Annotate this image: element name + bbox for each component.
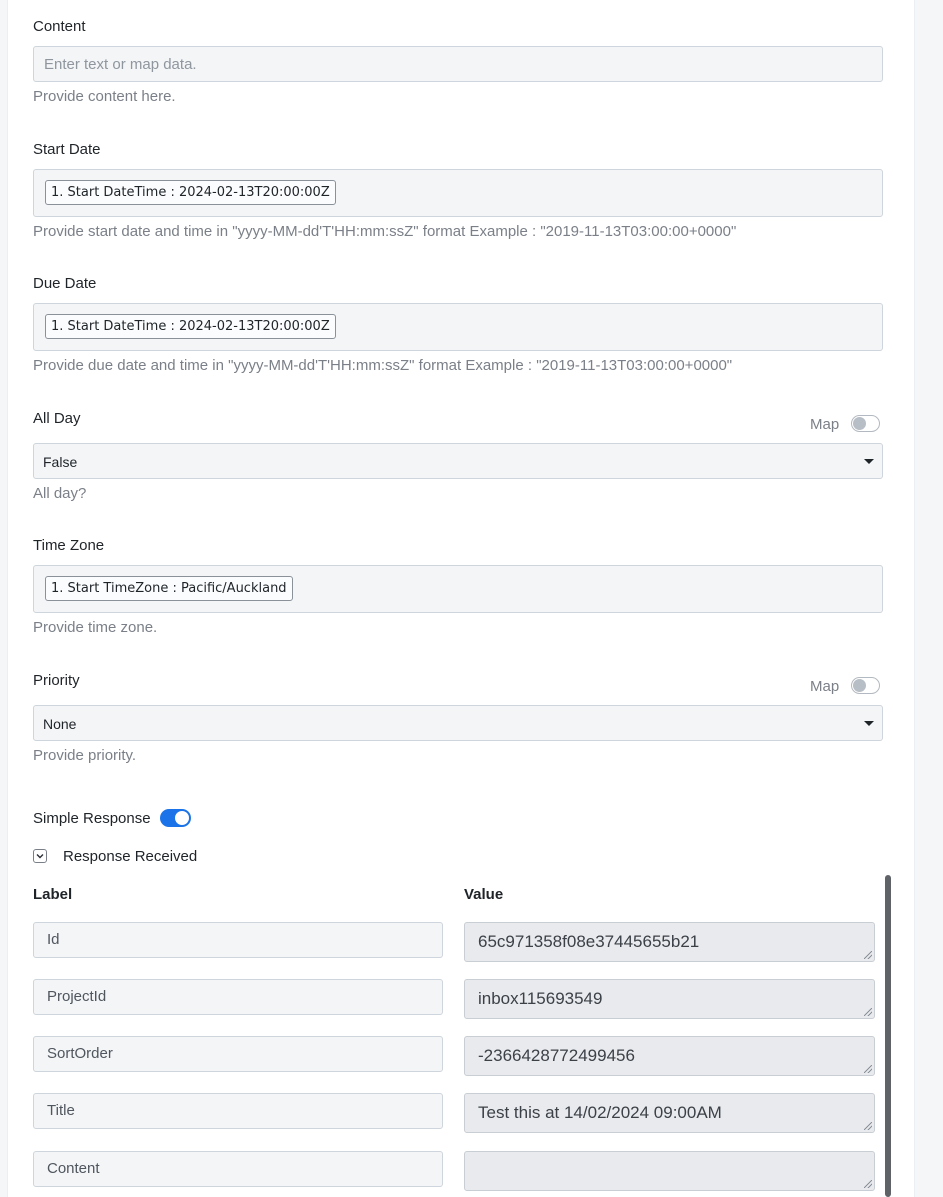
response-value-text: -2366428772499456 xyxy=(478,1046,635,1065)
content-input[interactable]: Enter text or map data. xyxy=(33,46,883,82)
priority-value: None xyxy=(43,716,77,732)
due-date-help: Provide due date and time in "yyyy-MM-dd… xyxy=(33,357,733,374)
start-date-help: Provide start date and time in "yyyy-MM-… xyxy=(33,223,737,240)
priority-select[interactable]: None xyxy=(33,705,883,741)
response-label-field[interactable]: Id xyxy=(33,922,443,958)
response-value-field[interactable]: inbox115693549 xyxy=(464,979,875,1019)
priority-help: Provide priority. xyxy=(33,747,137,764)
time-zone-help: Provide time zone. xyxy=(33,619,158,636)
response-value-text: 65c971358f08e37445655b21 xyxy=(478,932,700,951)
scrollbar-thumb[interactable] xyxy=(885,875,891,1197)
priority-label: Priority xyxy=(33,672,80,689)
content-help: Provide content here. xyxy=(33,88,176,105)
value-column-header: Value xyxy=(464,886,504,903)
all-day-select[interactable]: False xyxy=(33,443,883,479)
due-date-chip[interactable]: 1. Start DateTime : 2024-02-13T20:00:00Z xyxy=(45,314,336,339)
response-value-field[interactable]: -2366428772499456 xyxy=(464,1036,875,1076)
response-label-field[interactable]: Title xyxy=(33,1093,443,1129)
toggle-knob xyxy=(853,679,866,692)
collapse-toggle[interactable] xyxy=(33,849,47,863)
content-label: Content xyxy=(33,18,86,35)
response-title: Response Received xyxy=(63,848,198,865)
start-date-input[interactable]: 1. Start DateTime : 2024-02-13T20:00:00Z xyxy=(33,169,883,217)
priority-map-label: Map xyxy=(810,678,840,695)
priority-map-toggle[interactable] xyxy=(851,677,880,694)
all-day-label: All Day xyxy=(33,410,81,427)
simple-response-label: Simple Response xyxy=(33,810,151,827)
all-day-map-toggle[interactable] xyxy=(851,415,880,432)
due-date-label: Due Date xyxy=(33,275,97,292)
time-zone-chip[interactable]: 1. Start TimeZone : Pacific/Auckland xyxy=(45,576,293,601)
all-day-value: False xyxy=(43,454,78,470)
resize-handle-icon[interactable] xyxy=(864,951,872,959)
all-day-map-label: Map xyxy=(810,416,840,433)
start-date-chip[interactable]: 1. Start DateTime : 2024-02-13T20:00:00Z xyxy=(45,180,336,205)
toggle-knob xyxy=(853,417,866,430)
response-value-text: Test this at 14/02/2024 09:00AM xyxy=(478,1103,722,1122)
start-date-label: Start Date xyxy=(33,141,101,158)
response-label-field[interactable]: SortOrder xyxy=(33,1036,443,1072)
resize-handle-icon[interactable] xyxy=(864,1180,872,1188)
all-day-help: All day? xyxy=(33,485,87,502)
response-label-field[interactable]: ProjectId xyxy=(33,979,443,1015)
time-zone-input[interactable]: 1. Start TimeZone : Pacific/Auckland xyxy=(33,565,883,613)
toggle-knob xyxy=(175,811,189,825)
simple-response-toggle[interactable] xyxy=(160,809,191,827)
response-value-field[interactable]: 65c971358f08e37445655b21 xyxy=(464,922,875,962)
resize-handle-icon[interactable] xyxy=(864,1122,872,1130)
caret-down-icon xyxy=(864,459,874,464)
caret-down-icon xyxy=(864,721,874,726)
response-value-text: inbox115693549 xyxy=(478,989,603,1008)
time-zone-label: Time Zone xyxy=(33,537,105,554)
response-label-field[interactable]: Content xyxy=(33,1151,443,1187)
response-value-field[interactable]: Test this at 14/02/2024 09:00AM xyxy=(464,1093,875,1133)
chevron-down-icon xyxy=(36,854,44,859)
response-value-field[interactable] xyxy=(464,1151,875,1191)
resize-handle-icon[interactable] xyxy=(864,1065,872,1073)
label-column-header: Label xyxy=(33,886,73,903)
resize-handle-icon[interactable] xyxy=(864,1008,872,1016)
due-date-input[interactable]: 1. Start DateTime : 2024-02-13T20:00:00Z xyxy=(33,303,883,351)
content-placeholder: Enter text or map data. xyxy=(44,56,197,73)
